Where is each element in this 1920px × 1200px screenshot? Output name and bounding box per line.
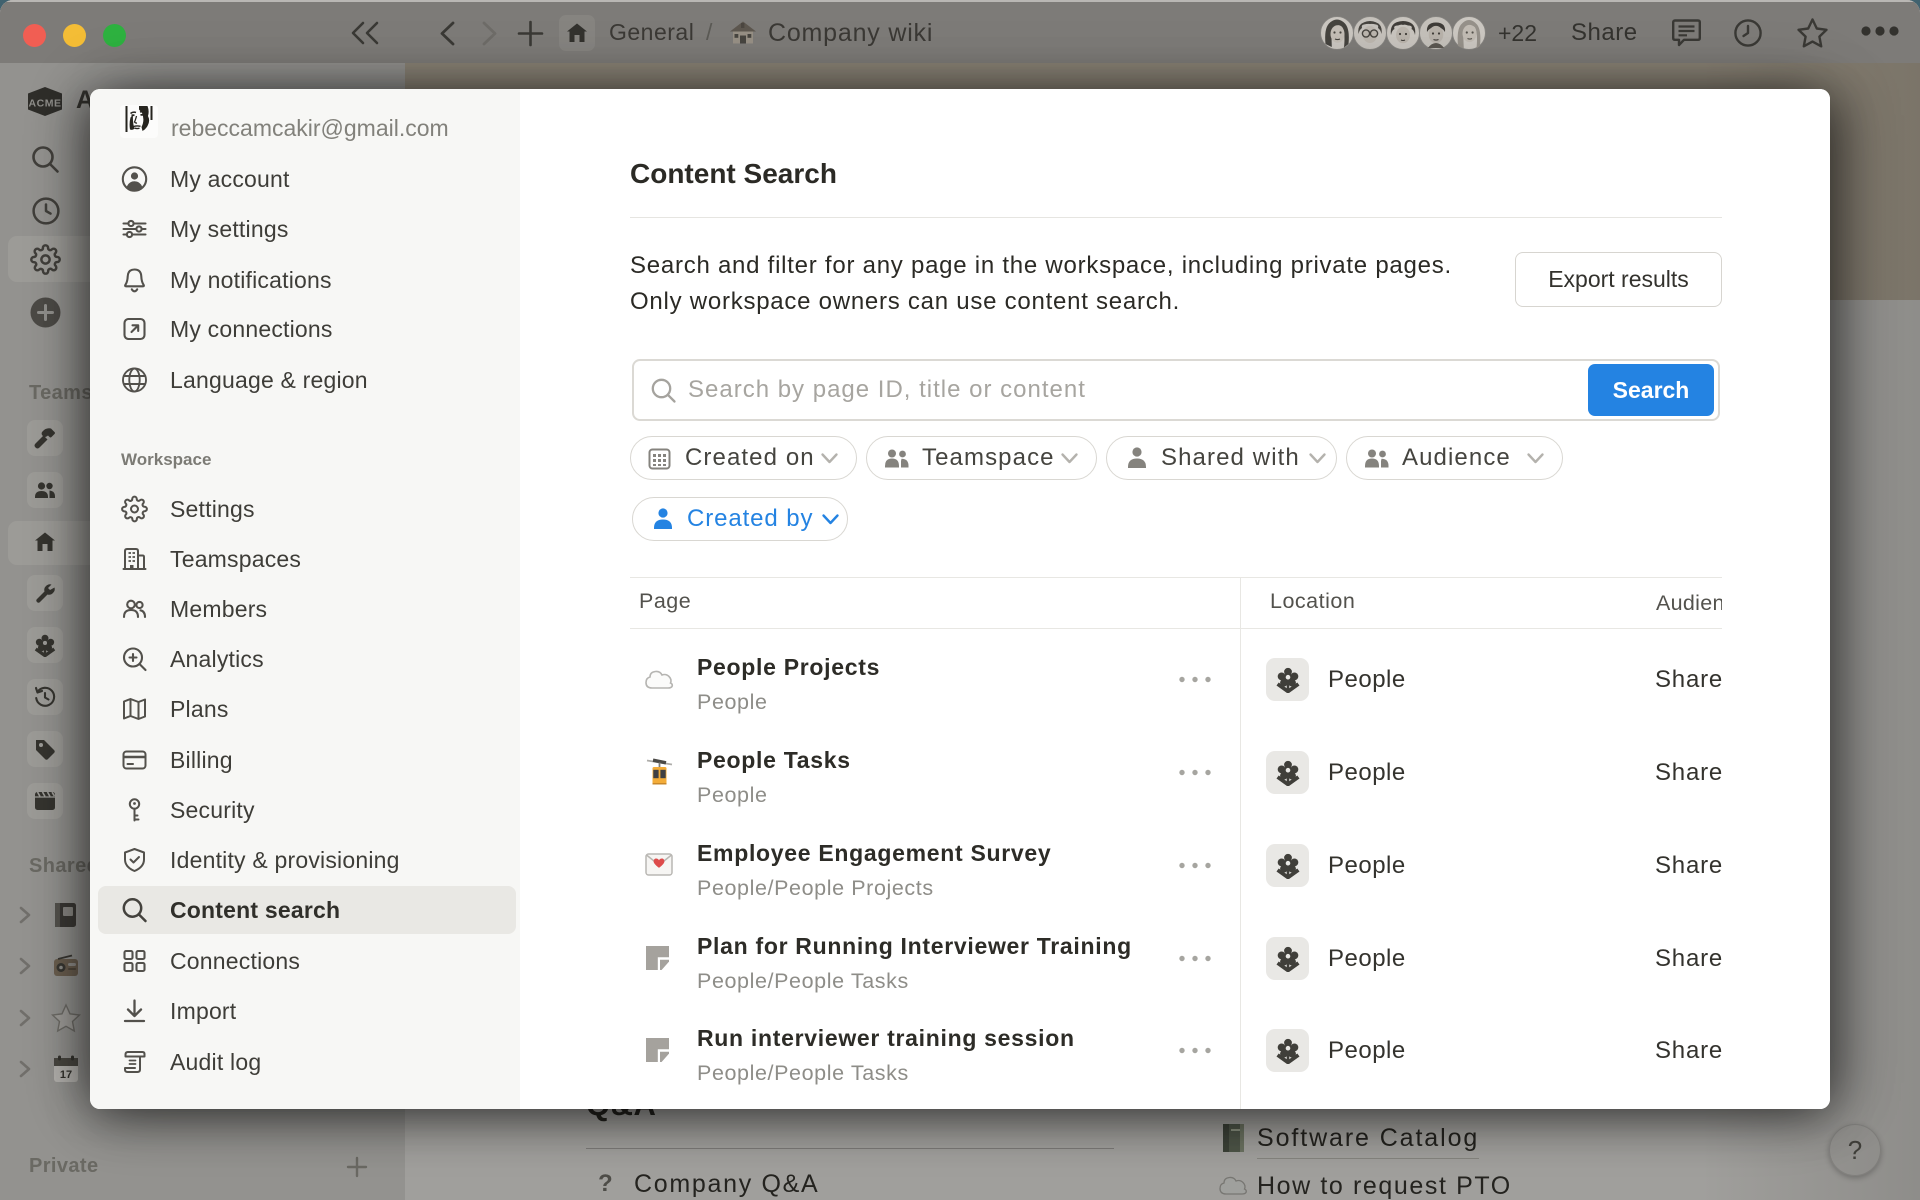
svg-text:17: 17 bbox=[60, 1069, 72, 1081]
svg-text:ACME: ACME bbox=[29, 98, 62, 110]
